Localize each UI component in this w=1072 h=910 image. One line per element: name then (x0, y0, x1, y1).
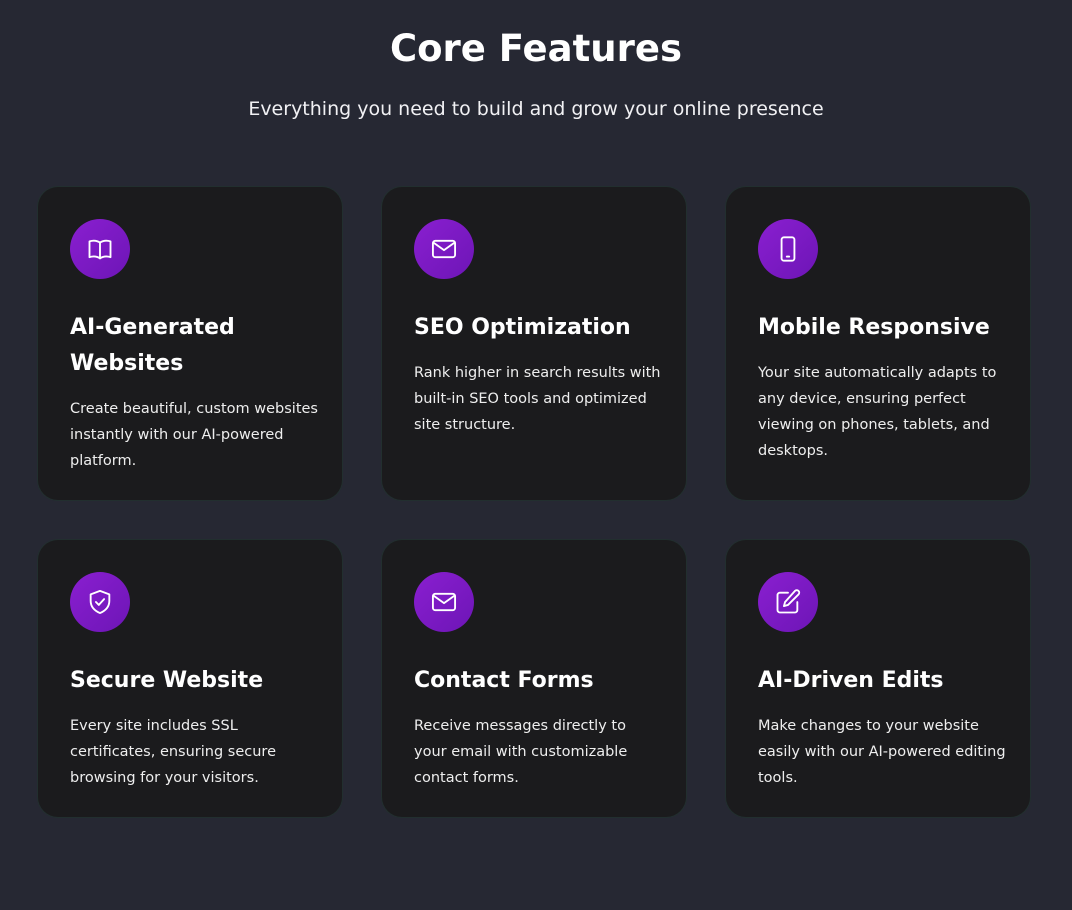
feature-title: AI-Driven Edits (758, 668, 944, 693)
feature-description: Rank higher in search results with built… (414, 365, 661, 433)
feature-card-contact-forms: Contact Forms Receive messages directly … (382, 540, 686, 817)
feature-title: Mobile Responsive (758, 315, 990, 340)
section-title: Core Features (389, 27, 683, 70)
smartphone-icon (758, 219, 818, 279)
mail-icon (414, 219, 474, 279)
section-subtitle: Everything you need to build and grow yo… (248, 98, 824, 120)
feature-title: SEO Optimization (414, 315, 631, 340)
feature-description: Your site automatically adapts to any de… (758, 365, 997, 459)
feature-title: Secure Website (70, 668, 264, 693)
feature-title: AI-Generated Websites (70, 315, 235, 376)
feature-description: Receive messages directly to your email … (414, 718, 628, 786)
shield-check-icon (70, 572, 130, 632)
feature-card-ai-driven-edits: AI-Driven Edits Make changes to your web… (726, 540, 1030, 817)
features-grid: AI-Generated Websites Create beautiful, … (38, 187, 1030, 817)
feature-card-seo-optimization: SEO Optimization Rank higher in search r… (382, 187, 686, 500)
feature-card-mobile-responsive: Mobile Responsive Your site automaticall… (726, 187, 1030, 500)
book-icon (70, 219, 130, 279)
feature-card-secure-website: Secure Website Every site includes SSL c… (38, 540, 342, 817)
edit-icon (758, 572, 818, 632)
feature-description: Every site includes SSL certificates, en… (70, 718, 276, 786)
feature-description: Make changes to your website easily with… (758, 718, 1006, 786)
feature-description: Create beautiful, custom websites instan… (70, 401, 318, 469)
feature-title: Contact Forms (414, 668, 594, 693)
feature-card-ai-generated-websites: AI-Generated Websites Create beautiful, … (38, 187, 342, 500)
mail-icon (414, 572, 474, 632)
